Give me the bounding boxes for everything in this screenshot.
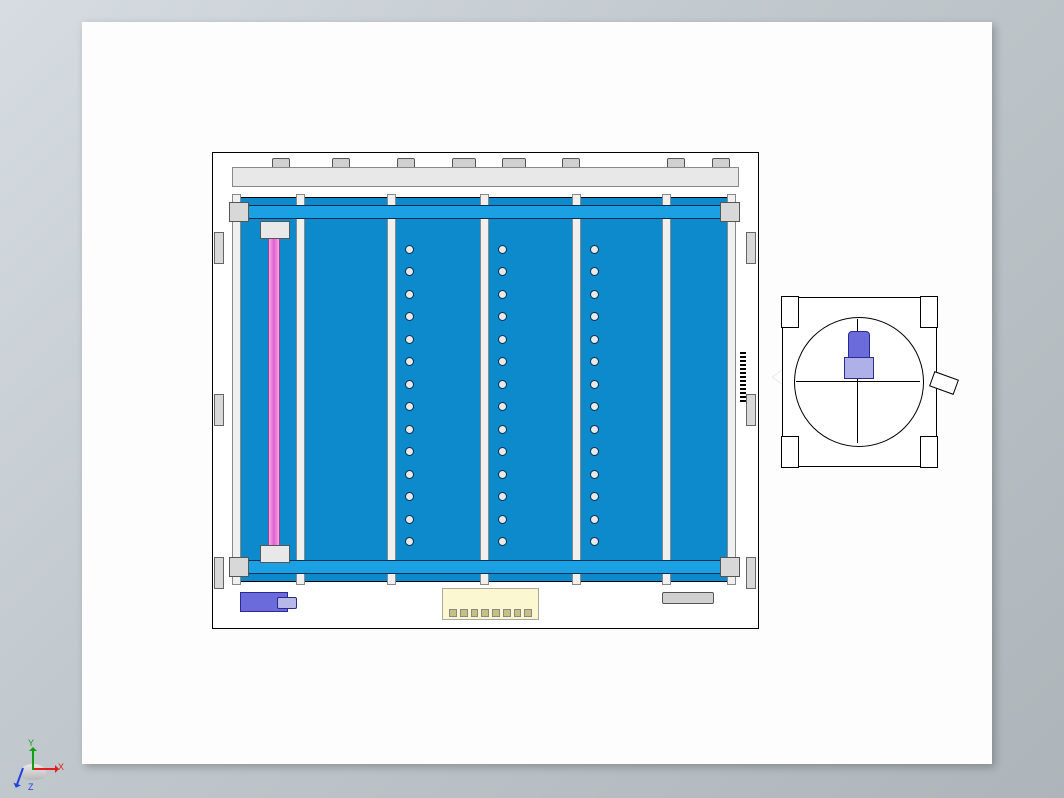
linear-actuator xyxy=(268,227,280,554)
actuator-carriage xyxy=(260,545,290,563)
bolt-hole xyxy=(590,245,599,254)
mount-tab xyxy=(781,296,799,328)
actuator-carriage xyxy=(260,221,290,239)
blower-assembly[interactable] xyxy=(782,297,937,467)
bolt-hole xyxy=(590,515,599,524)
top-rail xyxy=(232,167,739,187)
bolt-hole xyxy=(498,290,507,299)
vertical-rail xyxy=(662,194,671,585)
side-bracket xyxy=(746,394,756,426)
mount-tab xyxy=(781,436,799,468)
bolt-hole xyxy=(405,290,414,299)
side-bracket xyxy=(214,394,224,426)
y-axis-label: Y xyxy=(28,738,34,748)
bottom-bracket xyxy=(662,592,714,604)
z-axis-label: Z xyxy=(28,782,34,792)
vertical-rail xyxy=(480,194,489,585)
vertical-rail xyxy=(727,194,736,585)
bolt-hole xyxy=(405,470,414,479)
fan-gearbox xyxy=(844,357,874,379)
bolt-hole xyxy=(405,425,414,434)
side-bracket xyxy=(746,557,756,589)
bolt-hole xyxy=(498,470,507,479)
crossbar-end xyxy=(720,557,740,577)
bolt-hole xyxy=(498,492,507,501)
side-bracket xyxy=(746,232,756,264)
main-assembly[interactable] xyxy=(212,142,762,642)
bolt-hole xyxy=(498,425,507,434)
bolt-hole xyxy=(590,470,599,479)
y-axis-icon xyxy=(32,748,34,770)
bolt-hole xyxy=(590,290,599,299)
bolt-hole xyxy=(590,425,599,434)
vertical-rail xyxy=(572,194,581,585)
side-bracket xyxy=(214,557,224,589)
x-axis-icon xyxy=(34,768,58,770)
hinge-chain xyxy=(740,352,746,402)
bolt-hole xyxy=(590,380,599,389)
bolt-hole xyxy=(405,537,414,546)
axis-triad[interactable]: X Y Z xyxy=(10,738,60,788)
bolt-hole xyxy=(498,335,507,344)
vertical-rail xyxy=(232,194,241,585)
bolt-hole xyxy=(590,335,599,344)
bolt-hole xyxy=(498,537,507,546)
side-bracket xyxy=(214,232,224,264)
motor-shaft xyxy=(277,597,297,609)
bolt-hole xyxy=(405,335,414,344)
fan-motor xyxy=(844,331,872,379)
vertical-rail xyxy=(296,194,305,585)
crossbar-end xyxy=(229,557,249,577)
bolt-hole xyxy=(498,515,507,524)
bolt-hole xyxy=(405,515,414,524)
crossbar-top xyxy=(232,205,737,219)
bolt-hole xyxy=(498,245,507,254)
bolt-hole xyxy=(405,380,414,389)
drawing-canvas[interactable] xyxy=(82,22,992,764)
mount-tab xyxy=(920,296,938,328)
bolt-hole xyxy=(590,537,599,546)
table-surface-group xyxy=(232,197,737,582)
bolt-hole xyxy=(498,380,507,389)
terminal-row xyxy=(449,609,532,617)
x-axis-label: X xyxy=(58,762,64,772)
crossbar-end xyxy=(229,202,249,222)
bolt-hole xyxy=(590,492,599,501)
bolt-hole xyxy=(405,245,414,254)
bolt-hole xyxy=(405,492,414,501)
crossbar-bottom xyxy=(232,560,737,574)
control-box xyxy=(442,588,539,620)
crossbar-end xyxy=(720,202,740,222)
drive-motor xyxy=(240,592,288,612)
vertical-rail xyxy=(387,194,396,585)
mount-tab xyxy=(920,436,938,468)
centerline-h xyxy=(796,381,920,382)
